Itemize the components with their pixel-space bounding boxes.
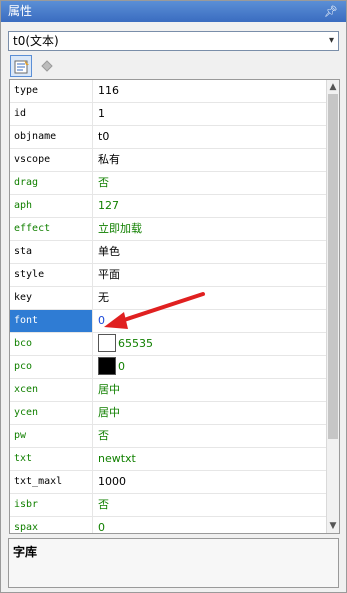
property-value[interactable]: 居中 — [94, 379, 328, 401]
scroll-up-icon[interactable]: ▲ — [327, 80, 339, 94]
property-name[interactable]: style — [10, 264, 93, 286]
color-swatch[interactable] — [98, 334, 116, 352]
property-value[interactable]: 0 — [94, 356, 328, 378]
property-row-pw[interactable]: pw 否 — [10, 425, 328, 448]
property-value[interactable]: 立即加载 — [94, 218, 328, 240]
properties-view-button[interactable] — [10, 55, 32, 77]
property-value[interactable]: 否 — [94, 172, 328, 194]
vertical-scrollbar[interactable]: ▲ ▼ — [326, 80, 339, 533]
property-row-id[interactable]: id 1 — [10, 103, 328, 126]
property-row-font[interactable]: font 0 — [10, 310, 328, 333]
property-name[interactable]: type — [10, 80, 93, 102]
events-view-button[interactable] — [36, 55, 58, 77]
property-name[interactable]: xcen — [10, 379, 93, 401]
pin-icon[interactable]: 📌︎ — [324, 1, 338, 22]
property-value[interactable]: 0 — [94, 517, 328, 533]
color-swatch[interactable] — [98, 357, 116, 375]
property-name[interactable]: spax — [10, 517, 93, 533]
property-value-text: 0 — [118, 360, 125, 373]
property-name[interactable]: drag — [10, 172, 93, 194]
description-box: 字库 — [8, 538, 339, 588]
property-grid: type 116 id 1 objname t0 vscope 私有 drag 否 aph 127 ef… — [9, 79, 340, 534]
property-value[interactable]: newtxt — [94, 448, 328, 470]
property-row-objname[interactable]: objname t0 — [10, 126, 328, 149]
scroll-thumb[interactable] — [328, 94, 338, 439]
property-value[interactable]: 127 — [94, 195, 328, 217]
property-rows: type 116 id 1 objname t0 vscope 私有 drag 否 aph 127 ef… — [10, 80, 328, 533]
property-name[interactable]: objname — [10, 126, 93, 148]
property-row-spax[interactable]: spax 0 — [10, 517, 328, 533]
property-row-style[interactable]: style 平面 — [10, 264, 328, 287]
property-value[interactable]: t0 — [94, 126, 328, 148]
property-name[interactable]: txt_maxl — [10, 471, 93, 493]
property-row-drag[interactable]: drag 否 — [10, 172, 328, 195]
property-row-bco[interactable]: bco 65535 — [10, 333, 328, 356]
property-value[interactable]: 无 — [94, 287, 328, 309]
property-row-isbr[interactable]: isbr 否 — [10, 494, 328, 517]
property-name[interactable]: aph — [10, 195, 93, 217]
property-row-pco[interactable]: pco 0 — [10, 356, 328, 379]
chevron-down-icon[interactable]: ▾ — [329, 32, 334, 50]
property-name[interactable]: effect — [10, 218, 93, 240]
property-name[interactable]: sta — [10, 241, 93, 263]
property-row-aph[interactable]: aph 127 — [10, 195, 328, 218]
property-name[interactable]: pw — [10, 425, 93, 447]
property-value[interactable]: 1 — [94, 103, 328, 125]
property-row-key[interactable]: key 无 — [10, 287, 328, 310]
property-name[interactable]: ycen — [10, 402, 93, 424]
property-value[interactable]: 否 — [94, 425, 328, 447]
property-name[interactable]: pco — [10, 356, 93, 378]
property-row-ycen[interactable]: ycen 居中 — [10, 402, 328, 425]
object-select-value: t0(文本) — [13, 34, 59, 48]
property-row-txt[interactable]: txt newtxt — [10, 448, 328, 471]
property-name[interactable]: isbr — [10, 494, 93, 516]
scroll-down-icon[interactable]: ▼ — [327, 519, 339, 533]
property-value[interactable]: 0 — [94, 310, 328, 332]
diamond-icon — [41, 60, 53, 72]
property-name[interactable]: key — [10, 287, 93, 309]
property-value[interactable]: 单色 — [94, 241, 328, 263]
panel-titlebar: 属性 📌︎ — [1, 1, 346, 22]
property-row-vscope[interactable]: vscope 私有 — [10, 149, 328, 172]
property-row-type[interactable]: type 116 — [10, 80, 328, 103]
property-name[interactable]: id — [10, 103, 93, 125]
property-row-xcen[interactable]: xcen 居中 — [10, 379, 328, 402]
property-row-sta[interactable]: sta 单色 — [10, 241, 328, 264]
property-row-txt-maxl[interactable]: txt_maxl 1000 — [10, 471, 328, 494]
properties-icon — [14, 60, 29, 74]
property-value-text: 65535 — [118, 337, 153, 350]
property-value[interactable]: 1000 — [94, 471, 328, 493]
property-row-effect[interactable]: effect 立即加载 — [10, 218, 328, 241]
property-value[interactable]: 116 — [94, 80, 328, 102]
property-name[interactable]: txt — [10, 448, 93, 470]
property-name[interactable]: bco — [10, 333, 93, 355]
object-select-dropdown[interactable]: t0(文本) ▾ — [8, 31, 339, 51]
property-value[interactable]: 65535 — [94, 333, 328, 355]
property-value[interactable]: 私有 — [94, 149, 328, 171]
property-value[interactable]: 否 — [94, 494, 328, 516]
property-value[interactable]: 居中 — [94, 402, 328, 424]
property-value[interactable]: 平面 — [94, 264, 328, 286]
properties-panel: 属性 📌︎ t0(文本) ▾ type 116 id 1 objname t0 vscope… — [0, 0, 347, 593]
panel-title: 属性 — [8, 4, 33, 18]
panel-toolbar — [8, 54, 339, 78]
description-label: 字库 — [13, 545, 38, 559]
property-name[interactable]: vscope — [10, 149, 93, 171]
property-name[interactable]: font — [10, 310, 93, 332]
